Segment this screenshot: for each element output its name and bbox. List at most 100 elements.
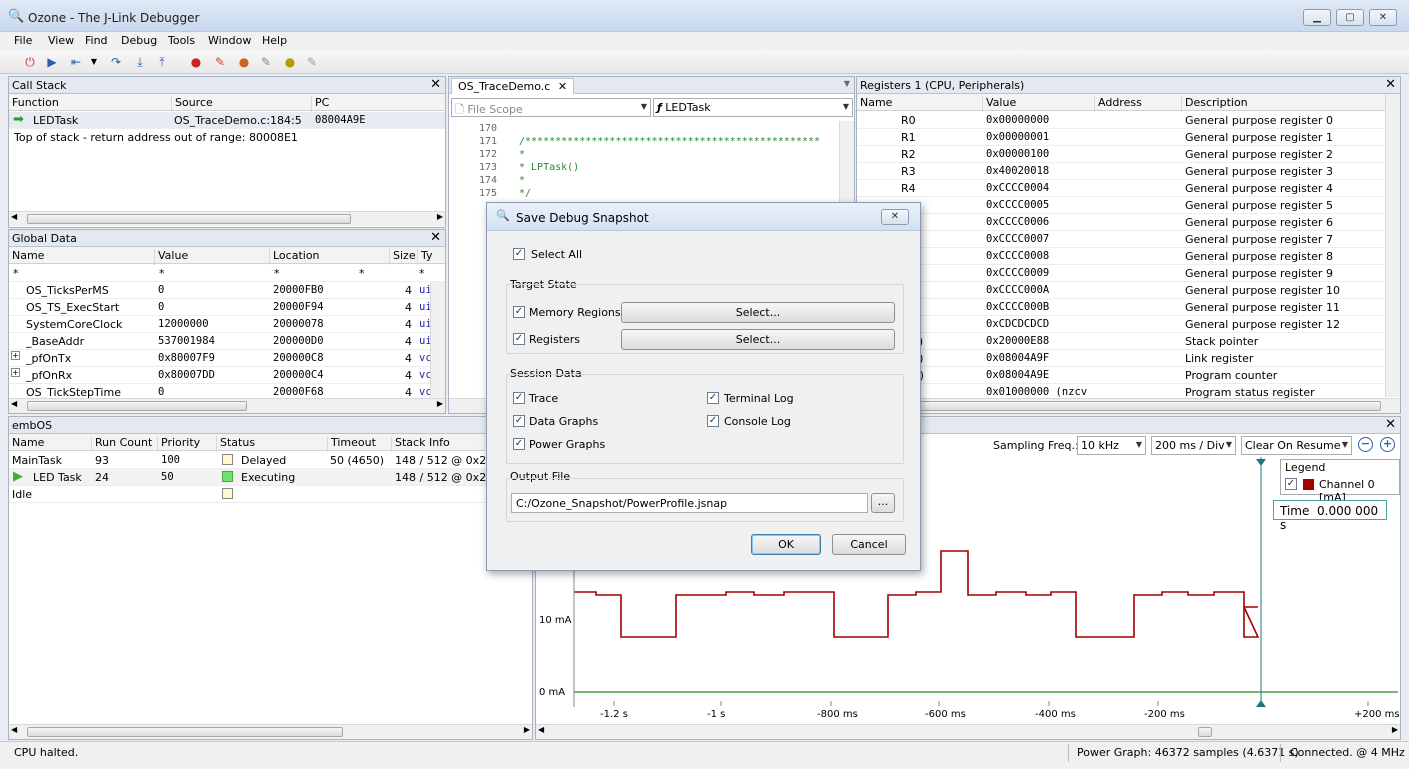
vertical-scrollbar[interactable]	[430, 282, 445, 398]
filter-row[interactable]: * * * * *	[9, 265, 445, 282]
horizontal-scrollbar[interactable]	[857, 398, 1400, 413]
power-icon[interactable]: ⏻	[22, 54, 38, 70]
table-row[interactable]: R2 0x00000100 General purpose register 2	[857, 146, 1384, 163]
dialog-close-button[interactable]: ✕	[881, 209, 909, 225]
table-row[interactable]: R1 0x00000001 General purpose register 1	[857, 129, 1384, 146]
scroll-right-icon[interactable]: ▶	[437, 399, 443, 408]
scope-combo[interactable]: 🗋 File Scope	[451, 98, 651, 117]
sampling-combo[interactable]: 10 kHz	[1077, 436, 1146, 455]
add-breakpoint-icon[interactable]: ●	[236, 54, 252, 70]
table-row[interactable]: R3 0x40020018 General purpose register 3	[857, 163, 1384, 180]
minimize-button[interactable]: ▁	[1303, 9, 1331, 26]
disable-breakpoint-icon[interactable]: ✎	[304, 54, 320, 70]
power-graphs-checkbox[interactable]: ✓	[513, 438, 525, 450]
filter-input[interactable]: *	[419, 267, 425, 280]
scroll-right-icon[interactable]: ▶	[437, 212, 443, 221]
output-path-field[interactable]: C:/Ozone_Snapshot/PowerProfile.jsnap	[511, 493, 868, 513]
column-header[interactable]: Timeout	[327, 436, 376, 452]
table-row[interactable]: 0xCCCC000B General purpose register 11	[857, 299, 1384, 316]
scroll-right-icon[interactable]: ▶	[1392, 725, 1398, 734]
column-header[interactable]: Value	[982, 96, 1016, 112]
horizontal-scrollbar[interactable]: ◀ ▶	[9, 724, 532, 739]
code-line[interactable]: 171 /************************************…	[449, 136, 838, 149]
scrollbar-thumb[interactable]	[861, 401, 1381, 411]
data-graphs-checkbox[interactable]: ✓	[513, 415, 525, 427]
table-row[interactable]: (LR)0x08004A9FLink register	[857, 350, 1384, 367]
horizontal-scrollbar[interactable]: ◀ ▶	[536, 724, 1400, 739]
table-row[interactable]: ▶ LED Task 24 50 Executing 148 / 512 @ 0…	[9, 469, 532, 486]
table-row[interactable]: 0xCCCC0009 General purpose register 9	[857, 265, 1384, 282]
table-row[interactable]: R0 0x00000000 General purpose register 0	[857, 112, 1384, 129]
horizontal-scrollbar[interactable]: ◀ ▶	[9, 211, 445, 226]
continue-icon[interactable]: ▶	[44, 54, 60, 70]
expand-icon[interactable]: +	[11, 368, 20, 377]
filter-input[interactable]: *	[359, 267, 365, 280]
step-over-icon[interactable]: ↷	[108, 54, 124, 70]
code-line[interactable]: 175 */	[449, 188, 838, 201]
table-row[interactable]: MainTask 93 100 Delayed 50 (4650) 148 / …	[9, 452, 532, 469]
table-row[interactable]: _BaseAddr 537001984 200000D0 4 ui	[9, 333, 445, 350]
close-icon[interactable]: ✕	[558, 80, 567, 93]
table-row[interactable]: + _pfOnRx 0x80007DD 200000C4 4 vc	[9, 367, 445, 384]
code-line[interactable]: 172 *	[449, 149, 838, 162]
dropdown-icon[interactable]: ▼	[86, 54, 102, 70]
table-row[interactable]: 0xCCCC000A General purpose register 10	[857, 282, 1384, 299]
scroll-left-icon[interactable]: ◀	[11, 212, 17, 221]
ok-button[interactable]: OK	[751, 534, 821, 555]
scroll-right-icon[interactable]: ▶	[524, 725, 530, 734]
table-row[interactable]: 0xCCCC0008 General purpose register 8	[857, 248, 1384, 265]
scroll-left-icon[interactable]: ◀	[538, 725, 544, 734]
trace-checkbox[interactable]: ✓	[513, 392, 525, 404]
edit-breakpoint-icon[interactable]: ✎	[258, 54, 274, 70]
table-row[interactable]: (PC)0x08004A9EProgram counter	[857, 367, 1384, 384]
close-icon[interactable]: ✕	[1385, 77, 1396, 92]
close-button[interactable]: ✕	[1369, 9, 1397, 26]
step-into-icon[interactable]: ⤓	[132, 54, 148, 70]
filter-input[interactable]: *	[13, 267, 19, 280]
zoom-out-icon[interactable]: −	[1358, 437, 1373, 452]
menu-tools[interactable]: Tools	[168, 34, 195, 47]
table-row[interactable]: OS_TS_ExecStart 0 20000F94 4 ui	[9, 299, 445, 316]
menu-view[interactable]: View	[48, 34, 74, 47]
table-row[interactable]: ➡ LEDTask OS_TraceDemo.c:184:5 08004A9E	[9, 112, 445, 129]
filter-input[interactable]: *	[159, 267, 165, 280]
column-header[interactable]: Value	[154, 249, 188, 265]
terminal-log-checkbox[interactable]: ✓	[707, 392, 719, 404]
cancel-button[interactable]: Cancel	[832, 534, 906, 555]
registers-checkbox[interactable]: ✓	[513, 333, 525, 345]
scrollbar-thumb[interactable]	[27, 727, 343, 737]
close-icon[interactable]: ✕	[430, 77, 441, 92]
column-header[interactable]: Ty	[417, 249, 433, 265]
memory-regions-select-button[interactable]: Select...	[621, 302, 895, 323]
table-row[interactable]: 0xCDCDCDCD General purpose register 12	[857, 316, 1384, 333]
column-header[interactable]: Description	[1181, 96, 1248, 112]
menu-help[interactable]: Help	[262, 34, 287, 47]
reset-icon[interactable]: ⇤	[68, 54, 84, 70]
table-row[interactable]: 0xCCCC0007 General purpose register 7	[857, 231, 1384, 248]
column-header[interactable]: Status	[216, 436, 255, 452]
column-header[interactable]: Location	[269, 249, 320, 265]
chevron-down-icon[interactable]: ▼	[844, 79, 850, 88]
column-header[interactable]: Function	[9, 96, 59, 112]
table-row[interactable]: Idle	[9, 486, 532, 503]
select-all-checkbox[interactable]: ✓	[513, 248, 525, 260]
table-row[interactable]: 0xCCCC0006 General purpose register 6	[857, 214, 1384, 231]
menu-debug[interactable]: Debug	[121, 34, 157, 47]
memory-regions-checkbox[interactable]: ✓	[513, 306, 525, 318]
horizontal-scrollbar[interactable]: ◀ ▶	[9, 398, 445, 413]
table-row[interactable]: 0xCCCC0005 General purpose register 5	[857, 197, 1384, 214]
expand-icon[interactable]: +	[11, 351, 20, 360]
registers-select-button[interactable]: Select...	[621, 329, 895, 350]
vertical-scrollbar[interactable]	[1385, 94, 1400, 397]
table-row[interactable]: R4 0xCCCC0004 General purpose register 4	[857, 180, 1384, 197]
column-header[interactable]: Stack Info	[391, 436, 450, 452]
menu-file[interactable]: File	[14, 34, 32, 47]
filter-input[interactable]: *	[274, 267, 280, 280]
column-header[interactable]: Run Count	[91, 436, 152, 452]
code-line[interactable]: 170	[449, 123, 838, 136]
column-header[interactable]: Address	[1094, 96, 1142, 112]
maximize-button[interactable]: ▢	[1336, 9, 1364, 26]
column-header[interactable]: Name	[9, 249, 44, 265]
close-icon[interactable]: ✕	[1385, 417, 1396, 432]
scroll-left-icon[interactable]: ◀	[11, 399, 17, 408]
